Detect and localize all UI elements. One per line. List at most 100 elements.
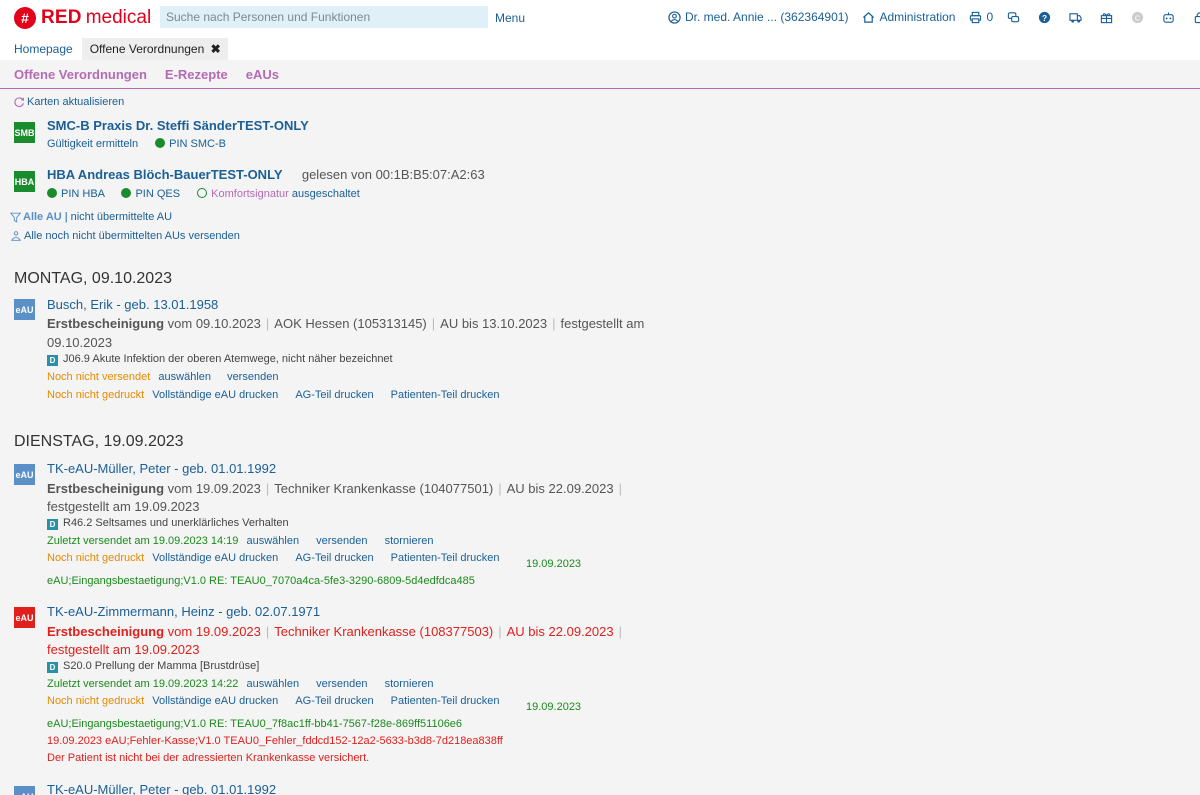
help-button[interactable]: ?: [1038, 11, 1055, 24]
tab-offene-verordnungen[interactable]: Offene Verordnungen ✖: [81, 38, 228, 60]
patient-name-link[interactable]: TK-eAU-Zimmermann, Heinz - geb. 02.07.19…: [47, 604, 320, 619]
print-full-link[interactable]: Vollständige eAU drucken: [152, 695, 278, 707]
administration-link[interactable]: Administration: [862, 10, 955, 24]
smcb-title[interactable]: SMC-B Praxis Dr. Steffi SänderTEST-ONLY: [47, 118, 309, 133]
refresh-icon: [14, 96, 25, 108]
filter-separator: |: [64, 211, 68, 223]
print-patient-link[interactable]: Patienten-Teil drucken: [391, 552, 500, 564]
send-link[interactable]: versenden: [227, 371, 278, 383]
pin-qes-status[interactable]: PIN QES: [121, 188, 180, 200]
gift-button[interactable]: [1100, 11, 1117, 24]
error-text: 19.09.2023 eAU;Fehler-Kasse;V1.0 TEAU0_F…: [47, 735, 503, 747]
top-right-toolbar: Dr. med. Annie ... (362364901) Administr…: [668, 10, 1200, 24]
eau-badge-icon: eAU: [14, 299, 35, 320]
printer-icon: [969, 11, 982, 24]
diagnosis-row: D S20.0 Prellung der Mamma [Brustdrüse]: [47, 660, 259, 673]
hba-actions: PIN HBA PIN QES Komfortsignatur ausgesch…: [47, 188, 360, 200]
print-ag-link[interactable]: AG-Teil drucken: [295, 389, 373, 401]
print-full-link[interactable]: Vollständige eAU drucken: [152, 389, 278, 401]
patient-name-link[interactable]: Busch, Erik - geb. 13.01.1958: [47, 297, 218, 312]
print-full-link[interactable]: Vollständige eAU drucken: [152, 552, 278, 564]
filter-all-au[interactable]: Alle AU: [23, 211, 62, 223]
send-status: Zuletzt versendet am 19.09.2023 14:22: [47, 678, 239, 690]
send-link[interactable]: versenden: [316, 678, 367, 690]
print-status: Noch nicht gedruckt: [47, 389, 145, 401]
hba-reader: gelesen von 00:1B:B5:07:A2:63: [301, 167, 485, 182]
error-message: Der Patient ist nicht bei der adressiert…: [47, 752, 370, 764]
diagnosis-badge-icon: D: [47, 519, 58, 530]
pin-smcb-status[interactable]: PIN SMC-B: [155, 138, 226, 150]
smcb-actions: Gültigkeit ermitteln PIN SMC-B: [47, 138, 226, 150]
ambulance-icon: [1069, 11, 1082, 24]
select-link[interactable]: auswählen: [158, 371, 211, 383]
komfort-status[interactable]: Komfortsignatur ausgeschaltet: [197, 188, 360, 200]
status-dot-icon: [155, 138, 166, 148]
menu-link[interactable]: Menu: [495, 11, 525, 25]
select-link[interactable]: auswählen: [246, 535, 299, 547]
refresh-cards-link[interactable]: Karten aktualisieren: [14, 96, 124, 108]
tab-homepage[interactable]: Homepage: [0, 38, 80, 60]
au-confirmed: festgestellt am 19.09.2023: [47, 499, 200, 514]
au-filter: Alle AU | nicht übermittelte AU: [10, 211, 172, 223]
send-status: Zuletzt versendet am 19.09.2023 14:19: [47, 535, 239, 547]
filter-not-sent[interactable]: nicht übermittelte AU: [71, 211, 173, 223]
hba-header: HBA Andreas Blöch-BauerTEST-ONLY gelesen…: [47, 167, 485, 182]
print-date: 19.09.2023: [526, 701, 582, 713]
status-ring-icon: [197, 188, 208, 198]
copyright-button[interactable]: C: [1131, 11, 1148, 24]
print-actions-row: Noch nicht gedruckt Vollständige eAU dru…: [47, 389, 499, 401]
subtab-e-rezepte[interactable]: E-Rezepte: [165, 67, 228, 82]
print-queue-button[interactable]: 0: [969, 10, 993, 24]
subtab-offene-verordnungen[interactable]: Offene Verordnungen: [14, 67, 147, 82]
patient-name-link[interactable]: TK-eAU-Müller, Peter - geb. 01.01.1992: [47, 461, 276, 476]
chat-button[interactable]: [1007, 11, 1024, 24]
user-label: Dr. med. Annie ... (362364901): [685, 10, 849, 24]
print-actions-row: Noch nicht gedruckt Vollständige eAU dru…: [47, 552, 499, 564]
diagnosis-text: J06.9 Akute Infektion der oberen Atemweg…: [63, 353, 393, 365]
au-info-line: Erstbescheinigung vom 09.10.2023 | AOK Hes…: [47, 316, 645, 331]
copyright-icon: C: [1131, 11, 1144, 24]
subtab-eaus[interactable]: eAUs: [246, 67, 279, 82]
send-actions-row: Zuletzt versendet am 19.09.2023 14:22 au…: [47, 678, 433, 690]
print-date: 19.09.2023: [526, 558, 582, 570]
print-patient-link[interactable]: Patienten-Teil drucken: [391, 695, 500, 707]
validity-link[interactable]: Gültigkeit ermitteln: [47, 138, 138, 150]
help-icon: ?: [1038, 11, 1051, 24]
tab-close-icon[interactable]: ✖: [211, 42, 221, 56]
print-patient-link[interactable]: Patienten-Teil drucken: [391, 389, 500, 401]
select-link[interactable]: auswählen: [246, 678, 299, 690]
logo-mark-icon: #: [14, 7, 36, 29]
bot-button[interactable]: [1162, 11, 1179, 24]
hba-title[interactable]: HBA Andreas Blöch-BauerTEST-ONLY: [47, 167, 283, 182]
diagnosis-badge-icon: D: [47, 355, 58, 366]
cancel-link[interactable]: stornieren: [385, 678, 434, 690]
send-actions-row: Zuletzt versendet am 19.09.2023 14:19 au…: [47, 535, 433, 547]
print-status: Noch nicht gedruckt: [47, 695, 145, 707]
au-info-line: Erstbescheinigung vom 19.09.2023 | Technik…: [47, 624, 622, 639]
logo-red: RED: [41, 7, 82, 28]
send-people-icon: [10, 230, 22, 242]
home-icon: [862, 11, 875, 24]
diagnosis-text: S20.0 Prellung der Mamma [Brustdrüse]: [63, 660, 260, 672]
diagnosis-row: D J06.9 Akute Infektion der oberen Atemwe…: [47, 353, 393, 366]
status-dot-icon: [121, 188, 132, 198]
day-heading: MONTAG, 09.10.2023: [14, 270, 172, 287]
search-input[interactable]: [160, 6, 488, 28]
diagnosis-badge-icon: D: [47, 662, 58, 673]
subtab-bar: Offene Verordnungen E-Rezepte eAUs: [14, 67, 297, 82]
transport-button[interactable]: [1069, 11, 1086, 24]
subtab-divider: [0, 88, 1200, 89]
user-menu[interactable]: Dr. med. Annie ... (362364901): [668, 10, 848, 24]
status-dot-icon: [47, 188, 57, 198]
cancel-link[interactable]: stornieren: [385, 535, 434, 547]
patient-name-link[interactable]: TK-eAU-Müller, Peter - geb. 01.01.1992: [47, 782, 276, 795]
user-circle-icon: [668, 10, 681, 24]
print-ag-link[interactable]: AG-Teil drucken: [295, 552, 373, 564]
receipt-text: eAU;Eingangsbestaetigung;V1.0 RE: TEAU0_…: [47, 575, 475, 587]
print-ag-link[interactable]: AG-Teil drucken: [295, 695, 373, 707]
logo[interactable]: # RED medical: [14, 7, 151, 29]
send-all-link[interactable]: Alle noch nicht übermittelten AUs versen…: [10, 230, 240, 242]
pin-hba-status[interactable]: PIN HBA: [47, 188, 104, 200]
send-link[interactable]: versenden: [316, 535, 367, 547]
lock-button[interactable]: [1193, 11, 1200, 24]
